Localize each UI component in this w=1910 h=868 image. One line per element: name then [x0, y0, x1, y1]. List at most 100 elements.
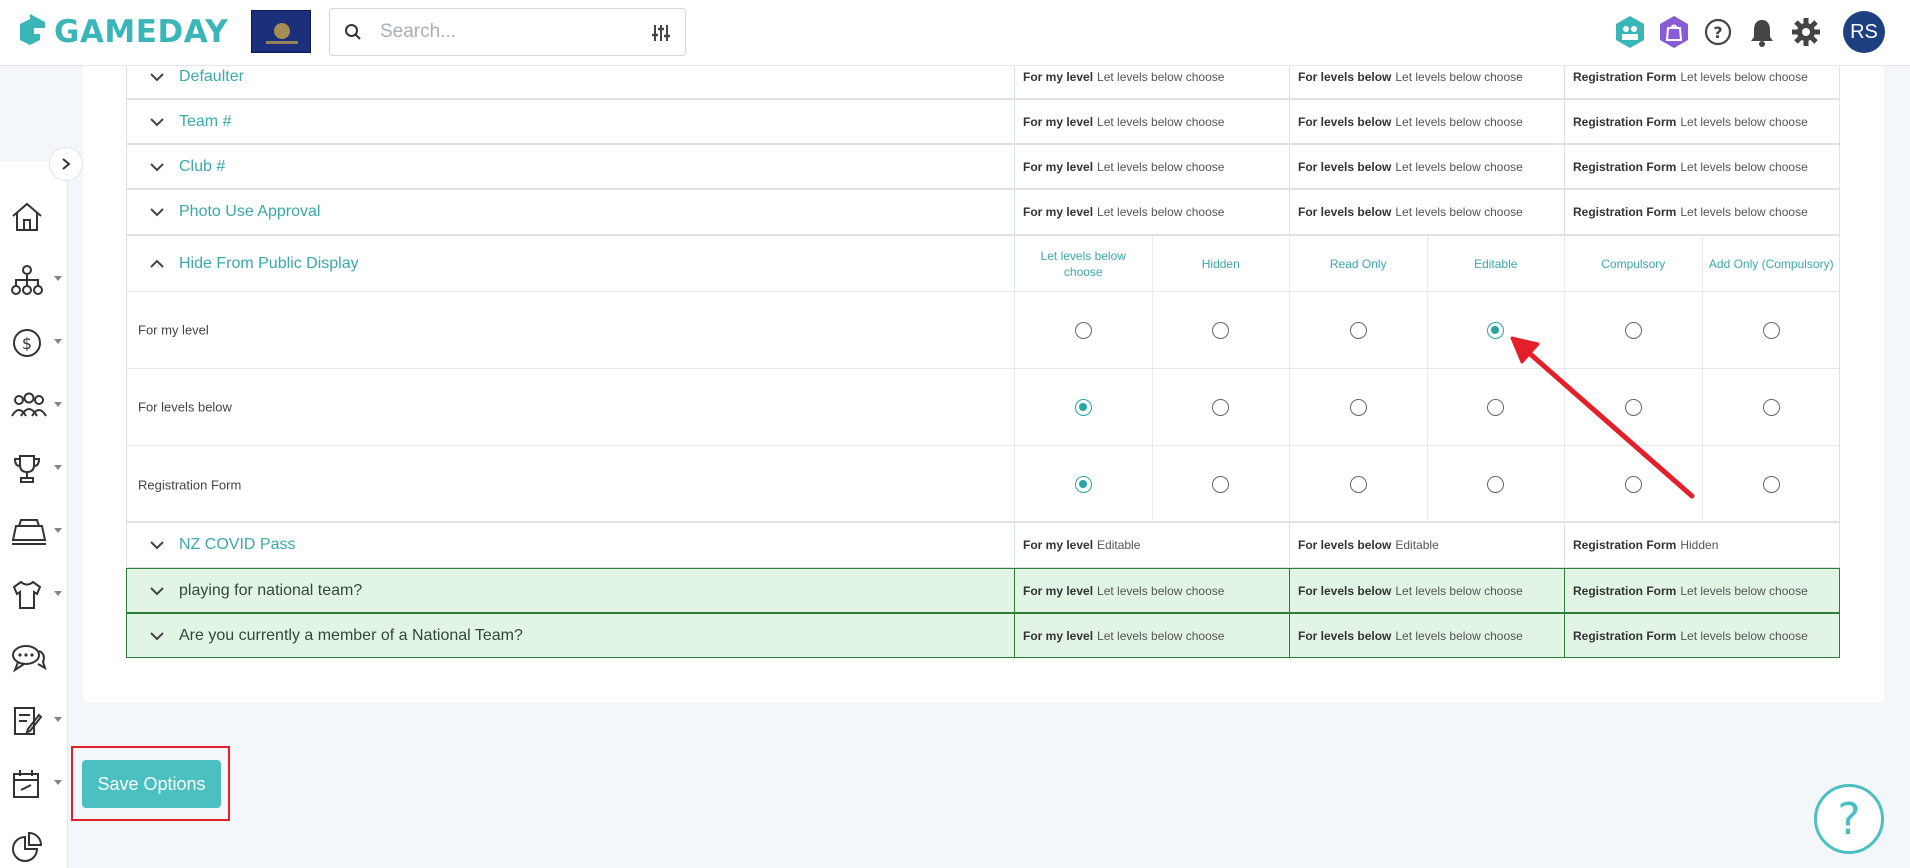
column-header-hidden: Hidden	[1153, 236, 1290, 292]
summary-registration-form: Registration Form Let levels below choose	[1573, 628, 1808, 643]
field-name: playing for national team?	[179, 581, 363, 599]
summary-my-level: For my level Let levels below choose	[1015, 190, 1290, 234]
field-row-club-number[interactable]: Club # For my level Let levels below choo…	[126, 144, 1840, 189]
venue-icon	[11, 519, 47, 545]
option-row: For my level	[127, 292, 1839, 369]
option-radio[interactable]	[1762, 399, 1780, 416]
field-name: Team #	[179, 112, 232, 130]
sidebar-item-organisation[interactable]	[10, 260, 65, 300]
calendar-icon	[13, 770, 39, 798]
organisation-crest-icon	[266, 23, 298, 44]
option-radio[interactable]	[1624, 399, 1642, 416]
help-fab-button[interactable]: ?	[1814, 784, 1884, 854]
chevron-right-icon	[62, 158, 71, 170]
search-box[interactable]	[329, 8, 686, 56]
chevron-down-icon[interactable]	[149, 114, 165, 130]
field-expanded-hide-from-public-display: Hide From Public Display Let levels belo…	[126, 235, 1840, 523]
option-radio[interactable]	[1762, 322, 1780, 339]
option-radio[interactable]	[1487, 322, 1505, 339]
sidebar-item-merchandise[interactable]	[10, 575, 65, 615]
sidebar-item-venues[interactable]	[10, 512, 65, 552]
save-options-button[interactable]: Save Options	[82, 760, 221, 808]
chevron-down-icon[interactable]	[149, 628, 165, 644]
option-radio[interactable]	[1074, 322, 1092, 339]
summary-levels-below: For levels below Editable	[1290, 523, 1565, 567]
option-radio[interactable]	[1349, 476, 1367, 493]
field-name: Club #	[179, 157, 226, 175]
sidebar-item-communications[interactable]	[10, 638, 65, 678]
help-question-icon: ?	[1837, 793, 1861, 845]
sidebar-item-home[interactable]	[10, 197, 65, 237]
option-radio[interactable]	[1212, 399, 1230, 416]
user-avatar[interactable]: RS	[1843, 11, 1885, 53]
chevron-down-icon[interactable]	[149, 69, 165, 85]
option-radio[interactable]	[1624, 476, 1642, 493]
notification-bell-icon[interactable]	[1745, 15, 1779, 49]
help-question-icon[interactable]: ?	[1701, 15, 1735, 49]
field-row-national-team-member[interactable]: Are you currently a member of a National…	[126, 613, 1840, 658]
sidebar-item-finance[interactable]: $	[10, 323, 65, 363]
dollar-icon: $	[13, 329, 41, 357]
option-row: Registration Form	[127, 446, 1839, 523]
option-radio[interactable]	[1762, 476, 1780, 493]
option-radio[interactable]	[1487, 399, 1505, 416]
column-header-add-only-compulsory: Add Only (Compulsory)	[1708, 257, 1834, 271]
chevron-down-icon	[54, 402, 62, 407]
option-radio[interactable]	[1212, 476, 1230, 493]
search-input[interactable]	[378, 17, 628, 47]
option-radio[interactable]	[1624, 322, 1642, 339]
chevron-down-icon[interactable]	[149, 537, 165, 553]
gameday-logo[interactable]: GAMEDAY	[12, 10, 228, 54]
summary-my-level: For my level Let levels below choose	[1015, 614, 1290, 657]
summary-levels-below: For levels below Let levels below choose	[1290, 190, 1565, 234]
field-row-team-number[interactable]: Team # For my level Let levels below choo…	[126, 99, 1840, 144]
chevron-down-icon[interactable]	[149, 204, 165, 220]
sidebar-item-forms[interactable]	[10, 701, 65, 741]
column-header-read-only: Read Only	[1290, 236, 1428, 292]
community-icon[interactable]	[1613, 15, 1647, 49]
chevron-up-icon[interactable]	[149, 256, 165, 272]
summary-my-level: For my level Editable	[1015, 523, 1290, 567]
jersey-icon	[12, 580, 42, 609]
sidebar-item-events[interactable]	[10, 764, 65, 804]
svg-text:$: $	[22, 334, 32, 353]
field-name: Are you currently a member of a National…	[179, 626, 523, 644]
option-radio[interactable]	[1487, 476, 1505, 493]
filter-sliders-icon[interactable]	[651, 23, 671, 48]
search-icon	[344, 23, 362, 46]
option-radio[interactable]	[1349, 399, 1367, 416]
option-radio[interactable]	[1212, 322, 1230, 339]
chevron-down-icon[interactable]	[149, 159, 165, 175]
sidebar-expand-button[interactable]	[49, 147, 83, 181]
top-header: GAMEDAY ? RS	[0, 0, 1910, 66]
option-radio[interactable]	[1074, 399, 1092, 416]
option-row: For levels below	[127, 369, 1839, 446]
option-row-label: Registration Form	[138, 477, 242, 492]
summary-levels-below: For levels below Let levels below choose	[1290, 614, 1565, 657]
chat-icon	[12, 645, 47, 673]
sidebar-item-competitions[interactable]	[10, 449, 65, 489]
summary-registration-form: Registration Form Let levels below choose	[1573, 159, 1808, 174]
shop-bag-icon[interactable]	[1657, 15, 1691, 49]
chevron-down-icon[interactable]	[149, 583, 165, 599]
sidebar-item-members[interactable]	[10, 386, 65, 426]
field-row-photo-use-approval[interactable]: Photo Use Approval For my level Let level…	[126, 189, 1840, 235]
option-radio[interactable]	[1349, 322, 1367, 339]
summary-registration-form: Registration Form Let levels below choose	[1573, 583, 1808, 598]
chevron-down-icon	[54, 528, 62, 533]
settings-gear-icon[interactable]	[1789, 15, 1823, 49]
organisation-logo[interactable]	[251, 10, 311, 53]
summary-registration-form: Registration Form Let levels below choose	[1573, 205, 1808, 219]
field-name: Defaulter	[179, 67, 244, 85]
column-header-compulsory: Compulsory	[1565, 236, 1703, 292]
summary-registration-form: Registration Form Let levels below choose	[1573, 114, 1808, 129]
field-row-playing-for-national-team[interactable]: playing for national team? For my level L…	[126, 568, 1840, 613]
option-row-label: For my level	[138, 322, 209, 338]
column-header-let-levels-below-choose: Let levels below choose	[1015, 236, 1153, 292]
option-radio[interactable]	[1074, 476, 1092, 493]
summary-my-level: For my level Let levels below choose	[1015, 145, 1290, 188]
field-row-nz-covid-pass[interactable]: NZ COVID Pass For my level Editable For l…	[126, 522, 1840, 568]
sidebar-item-reports[interactable]	[10, 827, 65, 867]
chevron-down-icon	[54, 591, 62, 596]
option-row-label: For levels below	[138, 399, 232, 415]
